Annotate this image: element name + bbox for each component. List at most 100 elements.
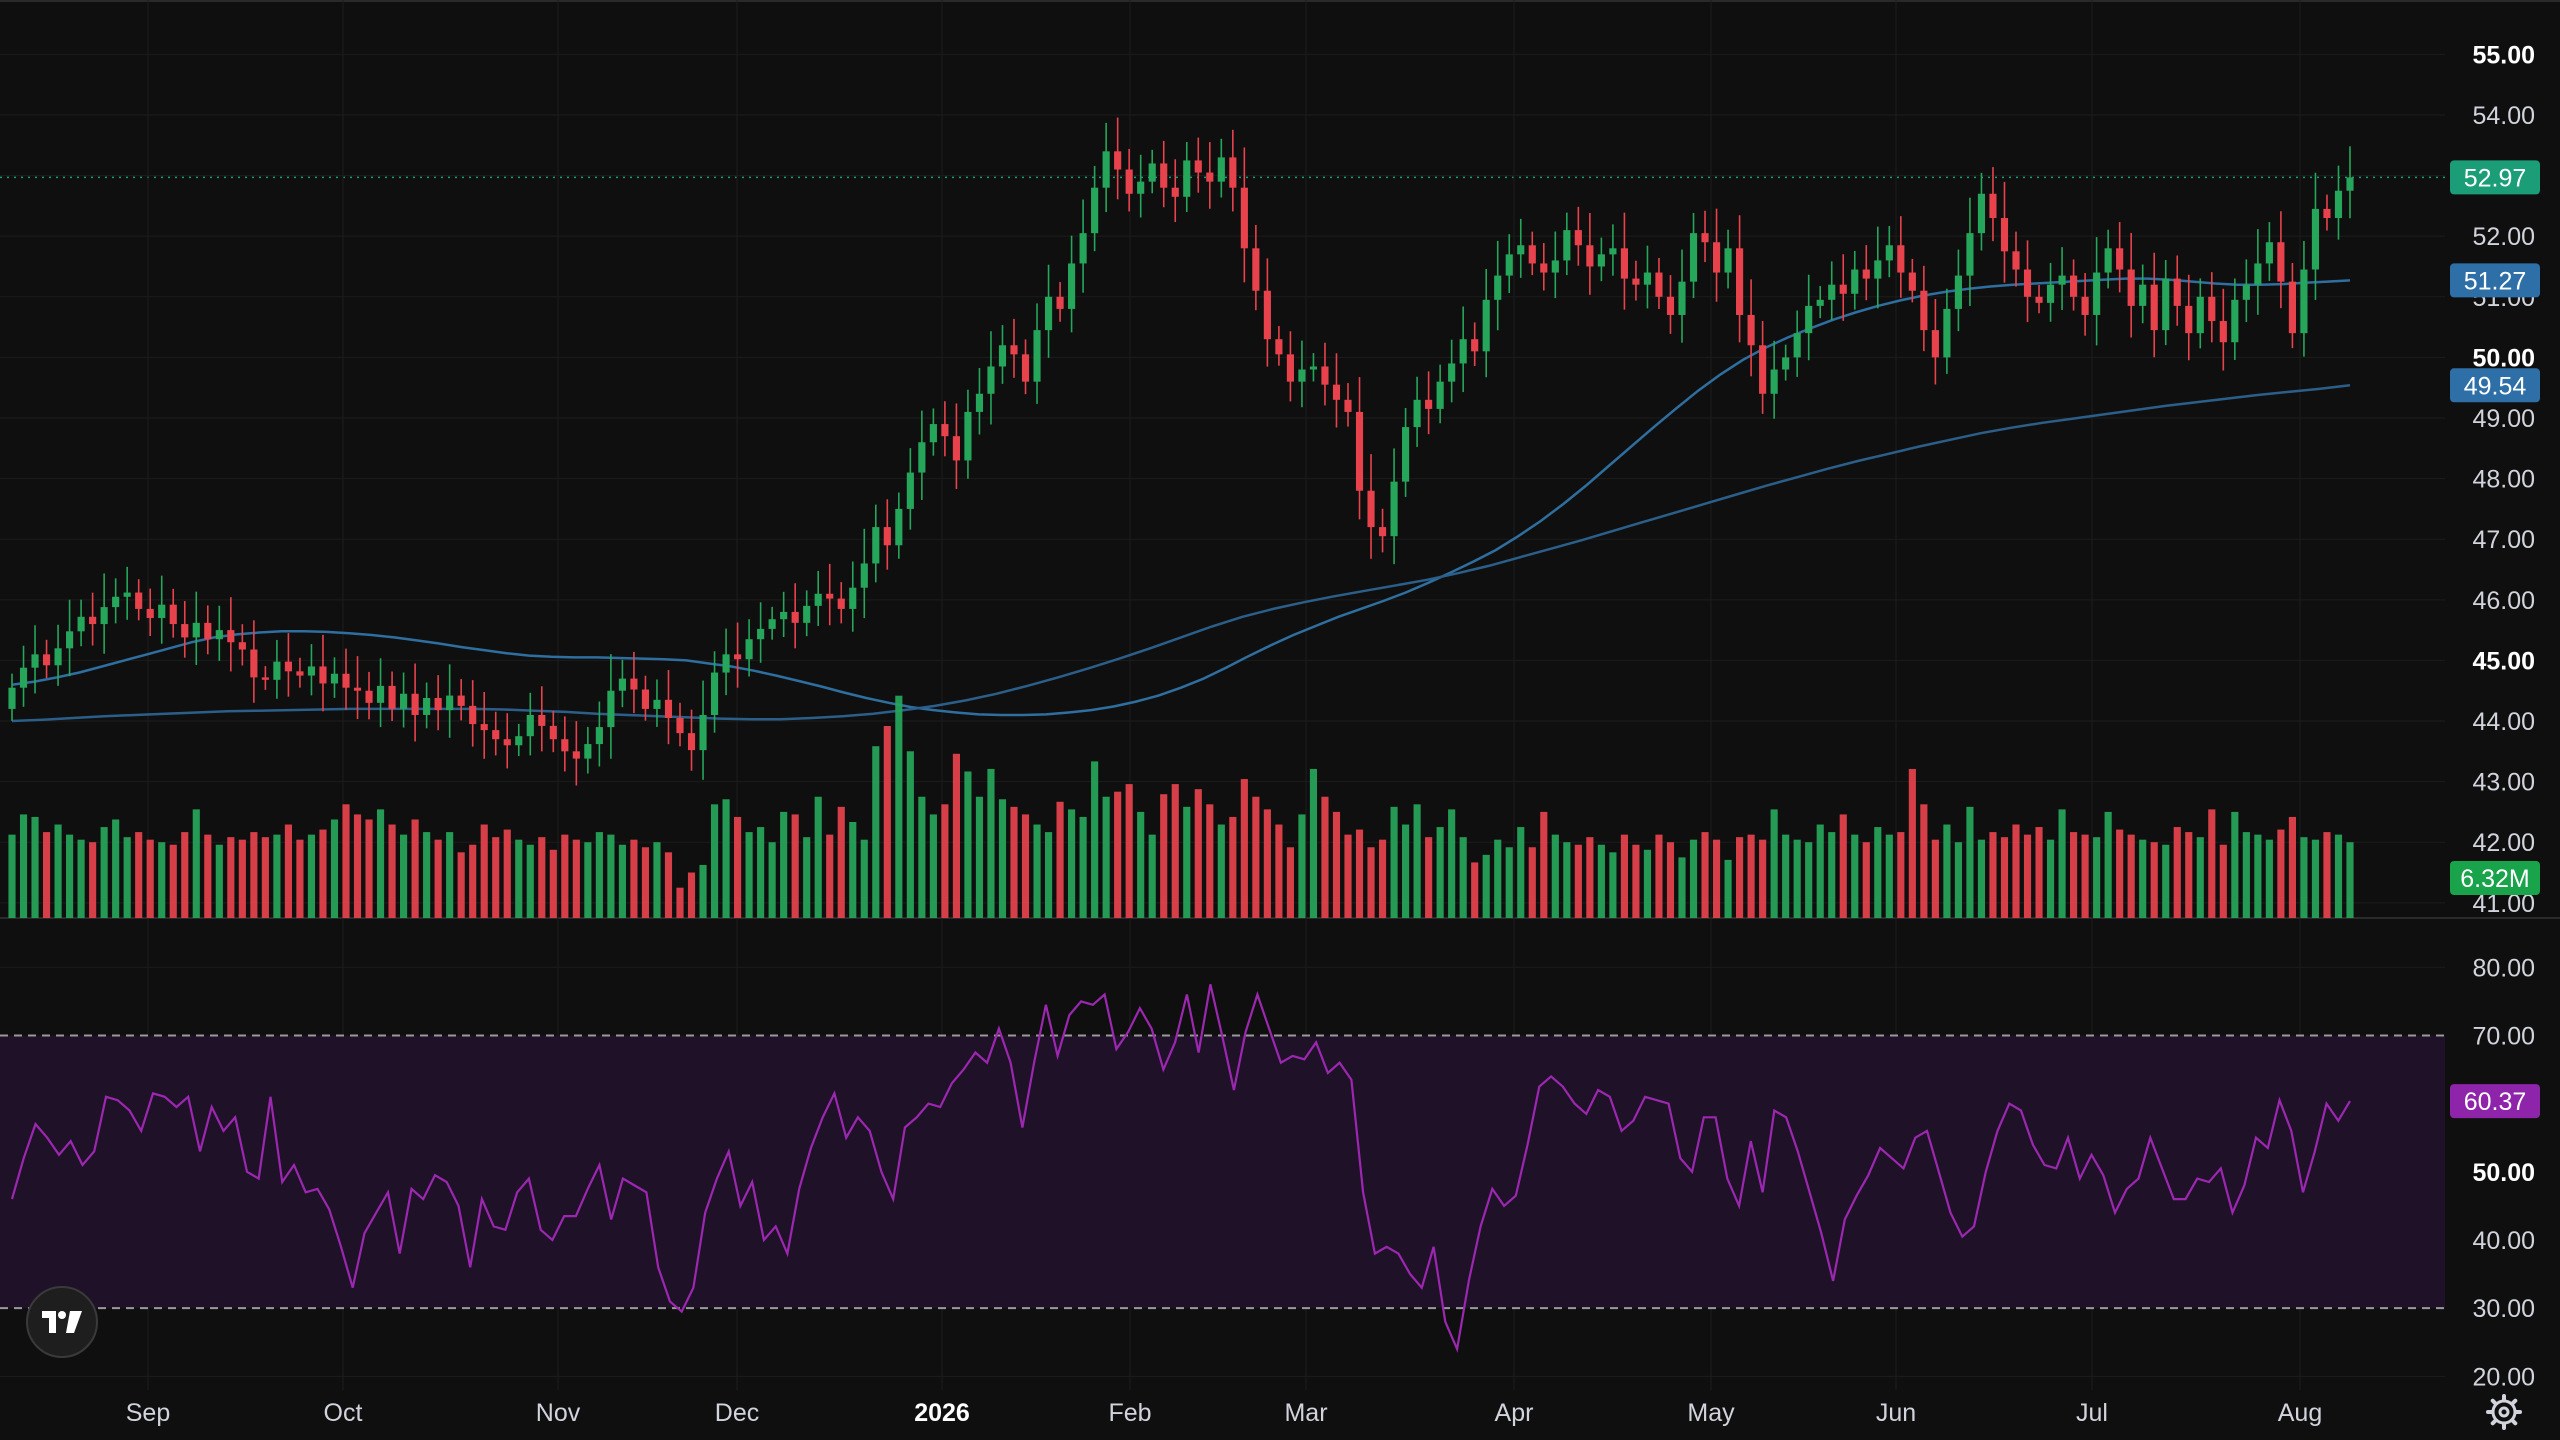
volume-bar[interactable] [572,839,580,918]
volume-bar[interactable] [2127,834,2135,918]
volume-bar[interactable] [2185,832,2193,918]
volume-bar[interactable] [1805,842,1813,918]
volume-bar[interactable] [699,864,707,918]
volume-bar[interactable] [1862,842,1870,918]
volume-bar[interactable] [434,839,442,918]
volume-bar[interactable] [42,832,51,918]
volume-bar[interactable] [423,832,431,918]
volume-bar[interactable] [1102,796,1110,918]
volume-bar[interactable] [2035,827,2043,918]
volume-bar[interactable] [998,799,1007,918]
volume-bar[interactable] [906,751,914,918]
volume-bar[interactable] [1908,768,1916,918]
volume-bar[interactable] [2242,832,2250,918]
volume-bar[interactable] [1355,829,1364,918]
volume-bar[interactable] [2070,832,2078,918]
volume-bar[interactable] [1125,784,1133,918]
volume-bar[interactable] [710,804,719,918]
volume-bar[interactable] [722,799,730,918]
volume-bar[interactable] [1021,814,1030,918]
volume-bar[interactable] [1517,827,1525,918]
volume-bar[interactable] [1321,796,1329,918]
volume-bar[interactable] [1448,809,1456,918]
volume-bar[interactable] [2231,811,2239,918]
volume-bar[interactable] [469,844,477,918]
volume-bar[interactable] [895,695,903,918]
volume-bar[interactable] [296,839,304,918]
volume-bar[interactable] [238,839,246,918]
volume-bar[interactable] [1217,824,1225,918]
volume-bar[interactable] [1275,824,1283,918]
volume-bar[interactable] [2139,839,2147,918]
volume-bar[interactable] [1759,839,1767,918]
volume-bar[interactable] [1183,806,1191,918]
volume-bar[interactable] [2311,839,2320,918]
volume-bar[interactable] [192,809,200,918]
volume-bar[interactable] [2058,809,2066,918]
volume-bar[interactable] [1171,784,1179,918]
volume-bar[interactable] [1344,834,1352,918]
volume-bar[interactable] [54,824,62,918]
volume-bar[interactable] [89,842,97,918]
volume-bar[interactable] [1540,811,1548,918]
volume-bar[interactable] [1263,809,1271,918]
volume-bar[interactable] [1436,827,1444,918]
volume-bar[interactable] [1471,862,1479,918]
volume-bar[interactable] [1459,837,1467,918]
volume-bar[interactable] [411,819,419,918]
volume-bar[interactable] [2334,834,2343,918]
volume-bar[interactable] [1160,794,1168,918]
volume-bar[interactable] [1966,806,1974,918]
volume-bar[interactable] [204,834,212,918]
volume-bar[interactable] [353,814,362,918]
volume-bar[interactable] [2219,844,2227,918]
volume-bar[interactable] [734,816,742,918]
volume-bar[interactable] [2208,809,2216,918]
volume-bar[interactable] [1505,847,1513,918]
volume-bar[interactable] [112,819,120,918]
volume-bar[interactable] [446,832,454,918]
volume-bar[interactable] [1736,837,1744,918]
volume-bar[interactable] [1309,768,1318,918]
volume-bar[interactable] [561,834,569,918]
volume-bar[interactable] [215,844,223,918]
volume-bar[interactable] [2000,837,2009,918]
volume-bar[interactable] [1920,804,1928,918]
volume-bar[interactable] [181,832,189,918]
volume-bar[interactable] [1079,816,1087,918]
volume-bar[interactable] [1033,824,1041,918]
volume-bar[interactable] [1885,834,1893,918]
volume-bar[interactable] [918,796,926,918]
volume-bar[interactable] [1620,834,1628,918]
volume-bar[interactable] [261,837,269,918]
volume-bar[interactable] [1332,811,1341,918]
volume-bar[interactable] [1689,839,1698,918]
volume-bar[interactable] [2093,837,2101,918]
volume-bar[interactable] [1044,832,1053,918]
volume-bar[interactable] [1137,811,1145,918]
volume-bar[interactable] [1724,859,1732,918]
volume-bar[interactable] [1252,796,1260,918]
volume-bar[interactable] [457,852,465,918]
volume-bar[interactable] [653,842,661,918]
volume-bar[interactable] [664,852,673,918]
volume-bar[interactable] [2277,829,2285,918]
volume-bar[interactable] [1678,857,1686,918]
volume-bar[interactable] [1378,839,1387,918]
volume-bar[interactable] [1194,789,1202,918]
volume-bar[interactable] [1954,842,1962,918]
volume-bar[interactable] [503,829,511,918]
volume-bar[interactable] [618,844,626,918]
tradingview-logo-icon[interactable] [26,1286,98,1358]
volume-bar[interactable] [964,771,972,918]
price-chart[interactable]: 55.0054.0053.0052.0051.0050.0049.0048.00… [0,0,2560,1440]
volume-bar[interactable] [1206,804,1214,918]
volume-bar[interactable] [158,842,166,918]
volume-bar[interactable] [1551,834,1559,918]
volume-bar[interactable] [2023,834,2032,918]
volume-bar[interactable] [515,839,523,918]
volume-bar[interactable] [330,819,339,918]
volume-bar[interactable] [135,832,143,918]
volume-bar[interactable] [1148,834,1156,918]
volume-bar[interactable] [975,796,984,918]
